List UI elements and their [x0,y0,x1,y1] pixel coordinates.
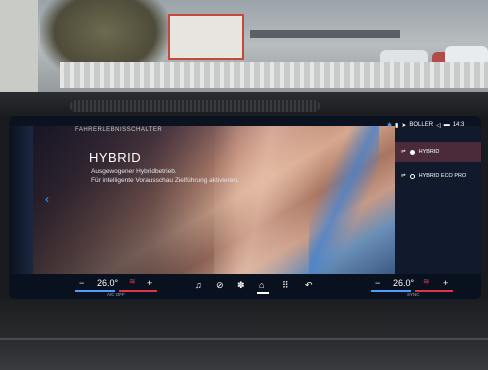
seat-heat-icon[interactable]: ≋ [129,277,136,286]
building-pillar [0,0,38,100]
status-time: 14:3 [452,122,465,128]
mode-description-2: Für intelligente Vorausschau Zielführung… [91,177,239,184]
notification-icon: ▮ [395,122,399,129]
dashboard-lower [0,300,488,370]
plug-icon: ⇌ [401,173,406,179]
climate-dock-bar: − 26.0° ≋ + A/C OFF ♫ ⊘ ✽ ⌂ ⠿ ↶ − 26.0° … [9,274,481,299]
gas-station-canopy [250,30,400,38]
right-cool-indicator [371,290,411,292]
speaker-grille [70,100,320,112]
right-temp-plus-button[interactable]: + [443,278,448,288]
seat-heat-icon-right[interactable]: ≋ [423,277,430,286]
left-temp-plus-button[interactable]: + [147,278,152,288]
right-temp-minus-button[interactable]: − [375,278,380,288]
signal-icon: ▬ [443,122,450,128]
ac-status[interactable]: A/C OFF [107,292,125,297]
mode-option-label: HYBRID [418,149,440,155]
fan-icon[interactable]: ✽ [237,280,245,291]
dashboard-seam [0,338,488,340]
sync-status[interactable]: SYNC [407,292,420,297]
chevron-left-icon[interactable]: ‹ [45,192,49,206]
bluetooth-icon: ✱ [387,122,393,129]
billboard [168,14,244,60]
volume-icon: ◁ [436,122,441,129]
mode-title: HYBRID [89,150,142,165]
mode-option-label: HYBRID ECO PRO [418,173,467,179]
radio-selected-icon [409,149,415,155]
home-active-indicator [257,292,269,294]
status-location: BOLLER [409,122,434,128]
screen-left-edge [9,126,33,274]
radio-unselected-icon [409,173,415,179]
left-temp-minus-button[interactable]: − [79,278,84,288]
mode-option-hybrid-eco-pro[interactable]: ⇌ HYBRID ECO PRO [395,166,481,186]
status-bar: ✱ ▮ ➤ BOLLER ◁ ▬ 14:3 [387,120,481,130]
section-eyebrow: FAHRERLEBNISSCHALTER [75,127,163,133]
home-icon[interactable]: ⌂ [259,280,264,290]
railing [60,62,488,88]
right-temp-value[interactable]: 26.0° [393,278,414,288]
mode-option-hybrid[interactable]: ⇌ HYBRID [395,142,481,162]
right-heat-indicator [415,290,453,292]
apps-icon[interactable]: ⠿ [282,280,289,291]
mode-description: Ausgewogener Hybridbetrieb. [91,168,177,175]
plug-icon: ⇌ [401,149,406,155]
image-shade [33,126,405,274]
location-icon: ➤ [401,122,407,129]
navigation-icon[interactable]: ⊘ [216,280,224,291]
music-icon[interactable]: ♫ [195,280,202,290]
left-temp-value[interactable]: 26.0° [97,278,118,288]
back-icon[interactable]: ↶ [305,280,313,291]
infotainment-display: FAHRERLEBNISSCHALTER HYBRID Ausgewogener… [9,116,481,299]
